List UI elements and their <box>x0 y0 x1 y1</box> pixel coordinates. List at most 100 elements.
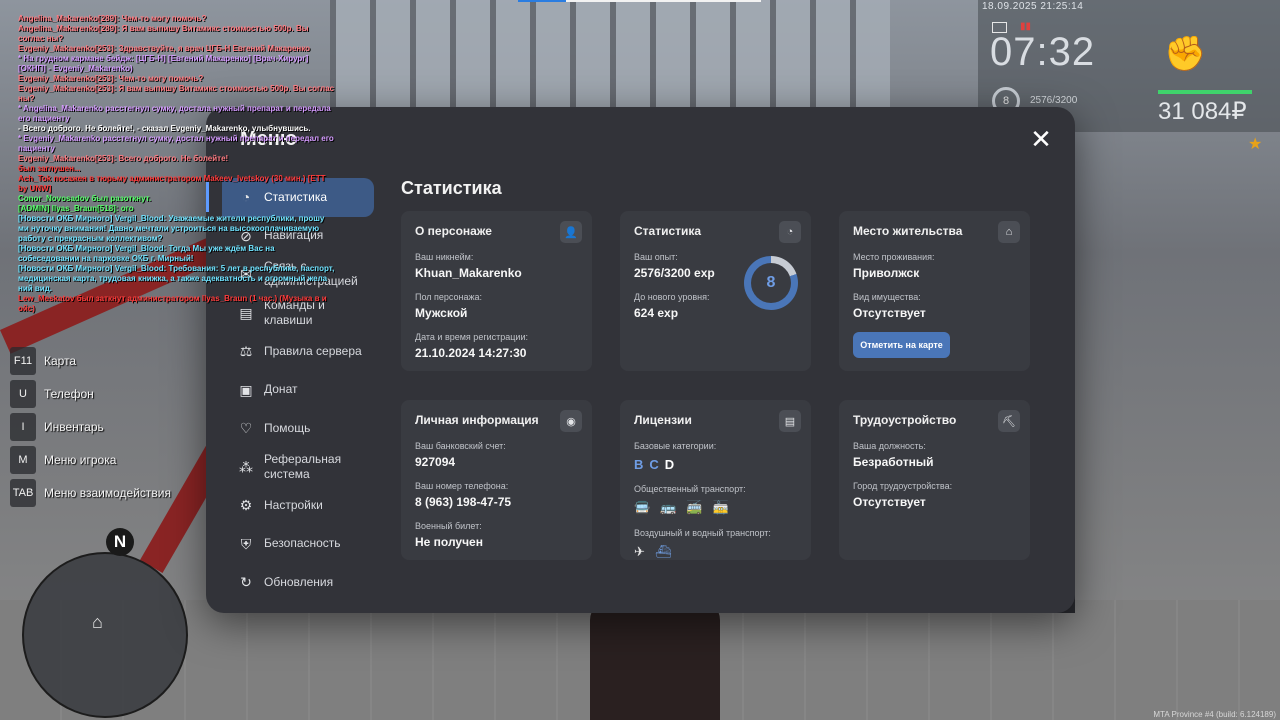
card-employment: Трудоустройство ⛏ Ваша должность: Безраб… <box>839 400 1030 560</box>
license-category: C <box>649 457 659 472</box>
sidebar-item-6[interactable]: ♡ Помощь <box>222 409 374 448</box>
nick-value: Khuan_Makarenko <box>415 266 522 280</box>
scales-icon: ⚖ <box>239 343 253 360</box>
hotkey-key: TAB <box>10 479 36 507</box>
card-title: О персонаже <box>415 224 492 238</box>
military-label: Военный билет: <box>415 521 482 531</box>
card-title: Место жительства <box>853 224 963 238</box>
property-value: Отсутствует <box>853 306 926 320</box>
chat-line: [ADMIN] Ilyas_Braun[518]: ого <box>18 204 134 213</box>
card-personal: Личная информация ◉ Ваш банковский счет:… <box>401 400 592 560</box>
air-water-icons: ✈ ⛴ <box>634 544 797 560</box>
license-category: B <box>634 457 644 472</box>
sidebar-item-5[interactable]: ▣ Донат <box>222 371 374 410</box>
sidebar-item-9[interactable]: ⛨ Безопасность <box>222 525 374 564</box>
card-title: Личная информация <box>415 413 539 427</box>
loading-bar <box>518 0 761 2</box>
card-title: Лицензии <box>634 413 692 427</box>
hotkey-map[interactable]: F11 Карта <box>10 345 171 377</box>
sidebar-item-4[interactable]: ⚖ Правила сервера <box>222 332 374 371</box>
sidebar-item-8[interactable]: ⚙ Настройки <box>222 486 374 525</box>
card-licenses: Лицензии ▤ Базовые категории: BCD Общест… <box>620 400 811 560</box>
place-label: Место проживания: <box>853 252 935 262</box>
pie-icon: ◔ <box>779 221 801 243</box>
sidebar-item-10[interactable]: ↻ Обновления <box>222 563 374 602</box>
military-value: Не получен <box>415 535 483 549</box>
hotkey-list: F11 Карта U Телефон I Инвентарь M Меню игрок… <box>10 345 171 510</box>
reg-value: 21.10.2024 14:27:30 <box>415 346 527 360</box>
hotkey-label: Карта <box>44 354 77 368</box>
city-label: Город трудоустройства: <box>853 481 953 491</box>
sidebar-item-label: Безопасность <box>264 536 341 551</box>
hotkey-interaction-menu[interactable]: TAB Меню взаимодействия <box>10 477 171 509</box>
chat-line: - Всего доброго. Не болейте!, - сказал E… <box>18 124 311 133</box>
chat-line: * На грудном кармане бейдж: [ЦГБ-Н] [Евг… <box>18 54 309 73</box>
wallet-icon: ▣ <box>239 381 253 398</box>
minimap <box>22 552 188 718</box>
bank-value: 927094 <box>415 455 456 469</box>
level-progress-ring: 8 <box>744 256 798 310</box>
chat-line: был заглушен... <box>18 164 81 173</box>
airplane-icon: ✈ <box>634 544 645 559</box>
house-icon: ⌂ <box>998 221 1020 243</box>
chat-line: Lew_Meskatov был заткнут администратором… <box>18 294 327 313</box>
sidebar-item-7[interactable]: ⁂ Реферальная система <box>222 448 374 487</box>
mark-on-map-button[interactable]: Отметить на карте <box>853 332 950 358</box>
shield-icon: ⛨ <box>240 535 252 552</box>
sidebar-item-label: Реферальная система <box>264 451 342 481</box>
phone-value: 8 (963) 198-47-75 <box>415 495 512 509</box>
north-indicator: N <box>106 528 134 556</box>
license-category: D <box>664 457 675 472</box>
hotkey-label: Меню игрока <box>44 453 117 467</box>
hotkey-phone[interactable]: U Телефон <box>10 378 171 410</box>
chat-line: Ach_Tok посажен в тюрьму администратором… <box>18 174 326 193</box>
profile-circle-icon: ◉ <box>560 410 582 432</box>
close-icon[interactable]: ✕ <box>1027 125 1055 153</box>
chat-line: [Новости ОКБ Мирного] Vergil_Blood: Тогд… <box>18 244 275 263</box>
trolleybus-icon: 🚎 <box>686 500 703 515</box>
base-categories-label: Базовые категории: <box>634 441 717 451</box>
hotkey-key: F11 <box>10 347 36 375</box>
hotkey-player-menu[interactable]: M Меню игрока <box>10 444 171 476</box>
bus-icon: 🚌 <box>660 500 677 515</box>
hotkey-inventory[interactable]: I Инвентарь <box>10 411 171 443</box>
city-value: Отсутствует <box>853 495 926 509</box>
player-character <box>590 600 720 720</box>
card-statistics: Статистика ◔ Ваш опыт: 2576/3200 exp До … <box>620 211 811 371</box>
property-label: Вид имущества: <box>853 292 921 302</box>
air-water-label: Воздушный и водный транспорт: <box>634 528 771 538</box>
server-status: MTA Province #4 (build: 6.124189) <box>1153 710 1276 719</box>
wanted-star-icon: ★ <box>1248 136 1263 153</box>
public-transport-icons: 🚍 🚌 🚎 🚋 <box>634 500 797 516</box>
chat-line: * Angelina_Makarenko расстегнул сумку, д… <box>18 104 331 123</box>
card-title: Статистика <box>634 224 702 238</box>
hotkey-key: U <box>10 380 36 408</box>
reg-label: Дата и время регистрации: <box>415 332 528 342</box>
chat-line: Angelina_Makarenko[289]: Чем-то могу пом… <box>18 14 207 23</box>
pickaxe-icon: ⛏ <box>998 410 1020 432</box>
sidebar-item-label: Обновления <box>264 574 334 589</box>
refresh-icon: ↻ <box>240 574 252 591</box>
hud-money: 31 084₽ <box>1158 98 1247 125</box>
health-bar <box>1158 90 1252 94</box>
heart-hand-icon: ♡ <box>239 420 253 437</box>
hud-datetime: 18.09.2025 21:25:14 <box>982 1 1084 12</box>
sidebar-item-label: Помощь <box>264 420 311 435</box>
card-character: О персонаже 👤 Ваш никнейм: Khuan_Makaren… <box>401 211 592 371</box>
stats-title: Статистика <box>401 178 502 198</box>
user-icon: 👤 <box>560 221 582 243</box>
chat-line: Angelina_Makarenko[289]: Я вам выпишу Ви… <box>18 24 309 43</box>
bank-label: Ваш банковский счет: <box>415 441 506 451</box>
background-window <box>330 0 890 110</box>
license-icon: ▤ <box>779 410 801 432</box>
chat-line: * Evgeniy_Makarenko расстегнул сумку, до… <box>18 134 334 153</box>
hotkey-key: M <box>10 446 36 474</box>
chat-line: Evgeniy_Makarenko[253]: Здравствуйте, я … <box>18 44 311 53</box>
chat-line: Conor_Novosadov был разоткнут. <box>18 194 152 203</box>
hud-time: 07:32 <box>990 30 1096 74</box>
tram-icon: 🚋 <box>712 500 729 515</box>
network-icon: ⁂ <box>239 458 253 475</box>
chat-line: Evgeniy_Makarenko[253]: Чем-то могу помо… <box>18 74 204 83</box>
level-number: 8 <box>751 263 791 303</box>
chat-line: Evgeniy_Makarenko[253]: Всего доброго. Н… <box>18 154 229 163</box>
